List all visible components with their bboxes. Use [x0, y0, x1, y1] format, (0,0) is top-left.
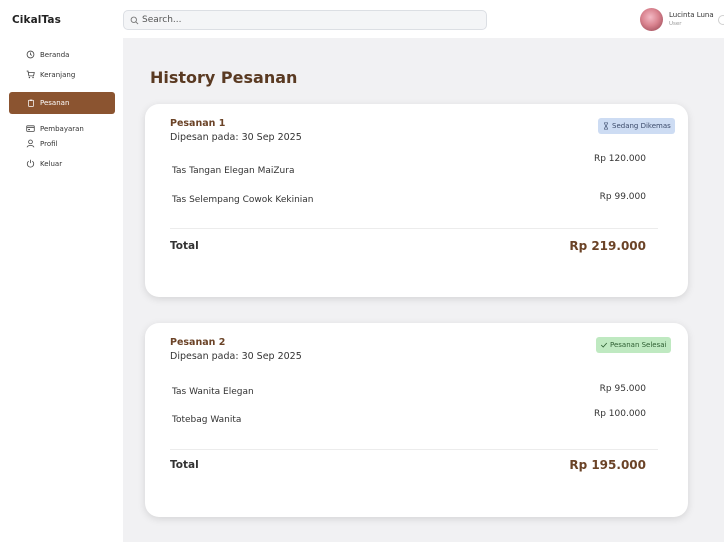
total-value: Rp 219.000 [569, 239, 646, 253]
sidebar-item-label: Pesanan [40, 99, 70, 107]
order-card: Pesanan 1 Dipesan pada: 30 Sep 2025 Seda… [145, 104, 688, 297]
user-role: User [669, 21, 682, 27]
sidebar-item-pesanan[interactable]: Pesanan [9, 92, 115, 114]
order-item-name: Tas Selempang Cowok Kekinian [172, 195, 314, 205]
power-icon [26, 159, 35, 168]
status-badge: Sedang Dikemas [598, 118, 675, 134]
search-icon [130, 16, 139, 24]
status-label: Pesanan Selesai [610, 341, 667, 349]
payment-icon [26, 125, 35, 132]
order-date: Dipesan pada: 30 Sep 2025 [170, 351, 302, 362]
top-bar: CikalTas Search... Lucinta Luna User [0, 0, 724, 38]
divider [170, 228, 658, 229]
avatar[interactable] [640, 8, 663, 31]
clock-icon [26, 50, 35, 59]
sidebar: Beranda Keranjang Pesanan Pembayaran Pro… [0, 38, 123, 542]
order-item-price: Rp 99.000 [599, 192, 646, 202]
user-name: Lucinta Luna [669, 11, 714, 19]
order-title: Pesanan 1 [170, 118, 226, 129]
user-icon [26, 139, 35, 148]
sidebar-item-keluar[interactable]: Keluar [26, 159, 62, 168]
order-item-name: Tas Wanita Elegan [172, 387, 254, 397]
status-label: Sedang Dikemas [612, 122, 671, 130]
check-box-icon [600, 342, 608, 348]
order-item-price: Rp 100.000 [593, 409, 646, 419]
sidebar-item-beranda[interactable]: Beranda [26, 50, 69, 59]
search-placeholder: Search... [142, 15, 182, 25]
user-menu[interactable]: Lucinta Luna User [640, 8, 714, 31]
order-item-name: Totebag Wanita [172, 415, 242, 425]
search-input[interactable]: Search... [123, 10, 487, 30]
order-card: Pesanan 2 Dipesan pada: 30 Sep 2025 Pesa… [145, 323, 688, 517]
hourglass-icon [604, 122, 608, 130]
sidebar-item-label: Beranda [40, 50, 70, 59]
page-title: History Pesanan [150, 68, 298, 87]
order-title: Pesanan 2 [170, 337, 226, 348]
status-badge: Pesanan Selesai [596, 337, 671, 353]
sidebar-item-label: Profil [40, 139, 58, 148]
total-label: Total [170, 459, 199, 471]
sidebar-item-label: Keranjang [40, 70, 76, 79]
sidebar-item-label: Pembayaran [40, 124, 84, 133]
divider [170, 449, 658, 450]
sidebar-item-label: Keluar [40, 159, 63, 168]
cart-icon [26, 70, 35, 79]
main-content: History Pesanan Pesanan 1 Dipesan pada: … [123, 38, 724, 542]
order-item-price: Rp 120.000 [593, 154, 646, 164]
clipboard-icon [28, 99, 34, 107]
order-date: Dipesan pada: 30 Sep 2025 [170, 132, 302, 143]
sidebar-item-pembayaran[interactable]: Pembayaran [26, 124, 84, 133]
dropdown-toggle[interactable] [718, 15, 724, 25]
total-value: Rp 195.000 [569, 458, 646, 472]
brand-logo[interactable]: CikalTas [12, 14, 61, 26]
order-item-name: Tas Tangan Elegan MaiZura [172, 166, 295, 176]
order-item-price: Rp 95.000 [599, 384, 646, 394]
user-info: Lucinta Luna User [669, 11, 714, 28]
sidebar-item-profil[interactable]: Profil [26, 139, 57, 148]
total-label: Total [170, 240, 199, 252]
sidebar-item-keranjang[interactable]: Keranjang [26, 70, 75, 79]
